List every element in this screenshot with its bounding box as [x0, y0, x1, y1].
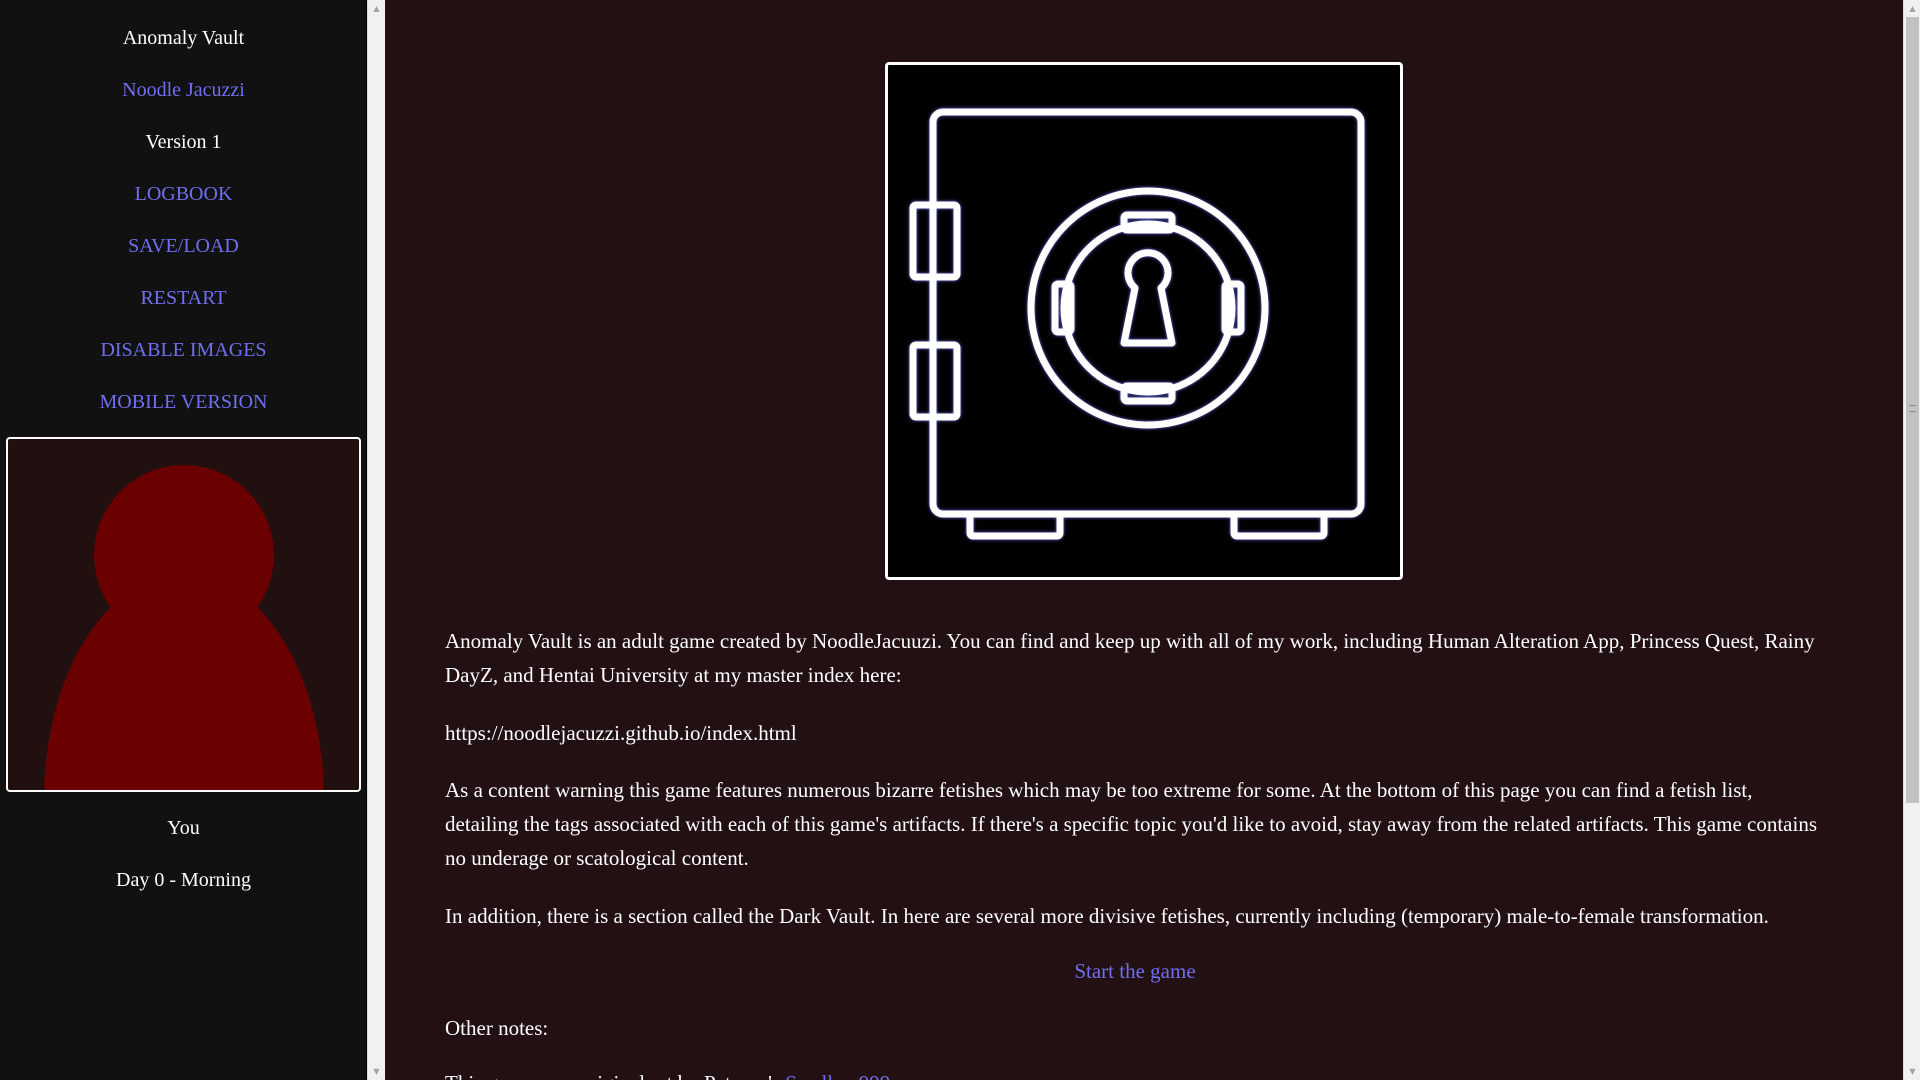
save-load-button[interactable]: SAVE/LOAD [0, 234, 367, 258]
sidebar-scrollbar[interactable]: ▲ ▼ [367, 0, 385, 1080]
dark-vault-paragraph: In addition, there is a section called t… [445, 904, 1769, 928]
vault-safe-icon [909, 108, 1365, 540]
person-silhouette-icon [44, 465, 324, 790]
game-time: Day 0 - Morning [116, 869, 251, 891]
hero-image [885, 62, 1403, 580]
sidebar: Anomaly Vault Noodle Jacuzzi Version 1 L… [0, 0, 367, 1080]
other-notes-heading: Other notes: [445, 1016, 549, 1040]
mobile-version-button[interactable]: MOBILE VERSION [0, 390, 367, 414]
index-url-text: https://noodlejacuzzi.github.io/index.ht… [445, 721, 797, 745]
main-content: Anomaly Vault is an adult game created b… [385, 0, 1903, 1080]
logbook-button[interactable]: LOGBOOK [0, 182, 367, 206]
main-scrollbar[interactable]: ▲ ▼ [1903, 0, 1920, 1080]
artist-link[interactable]: Swallow999 [785, 1071, 890, 1080]
game-title: Anomaly Vault [122, 27, 245, 49]
grip-icon [1909, 405, 1916, 412]
version-label: Version 1 [145, 131, 222, 153]
scroll-down-arrow-icon[interactable]: ▼ [368, 1063, 385, 1080]
player-portrait [6, 437, 361, 792]
intro-paragraph: Anomaly Vault is an adult game created b… [445, 629, 1815, 687]
start-game-link[interactable]: Start the game [445, 956, 1825, 986]
scroll-up-arrow-icon[interactable]: ▲ [368, 0, 385, 17]
main-scroll-down-arrow-icon[interactable]: ▼ [1904, 1063, 1920, 1080]
art-credit-line: This game uses original art by Patreon's… [445, 1066, 1825, 1080]
player-name: You [167, 817, 200, 839]
author-link[interactable]: Noodle Jacuzzi [0, 78, 367, 102]
restart-button[interactable]: RESTART [0, 286, 367, 310]
main-scrollbar-thumb[interactable] [1906, 17, 1919, 803]
main-scroll-up-arrow-icon[interactable]: ▲ [1904, 0, 1920, 17]
content-warning-paragraph: As a content warning this game features … [445, 778, 1818, 870]
disable-images-button[interactable]: DISABLE IMAGES [0, 338, 367, 362]
art-credit-text: This game uses original art by Patreon's [445, 1071, 785, 1080]
